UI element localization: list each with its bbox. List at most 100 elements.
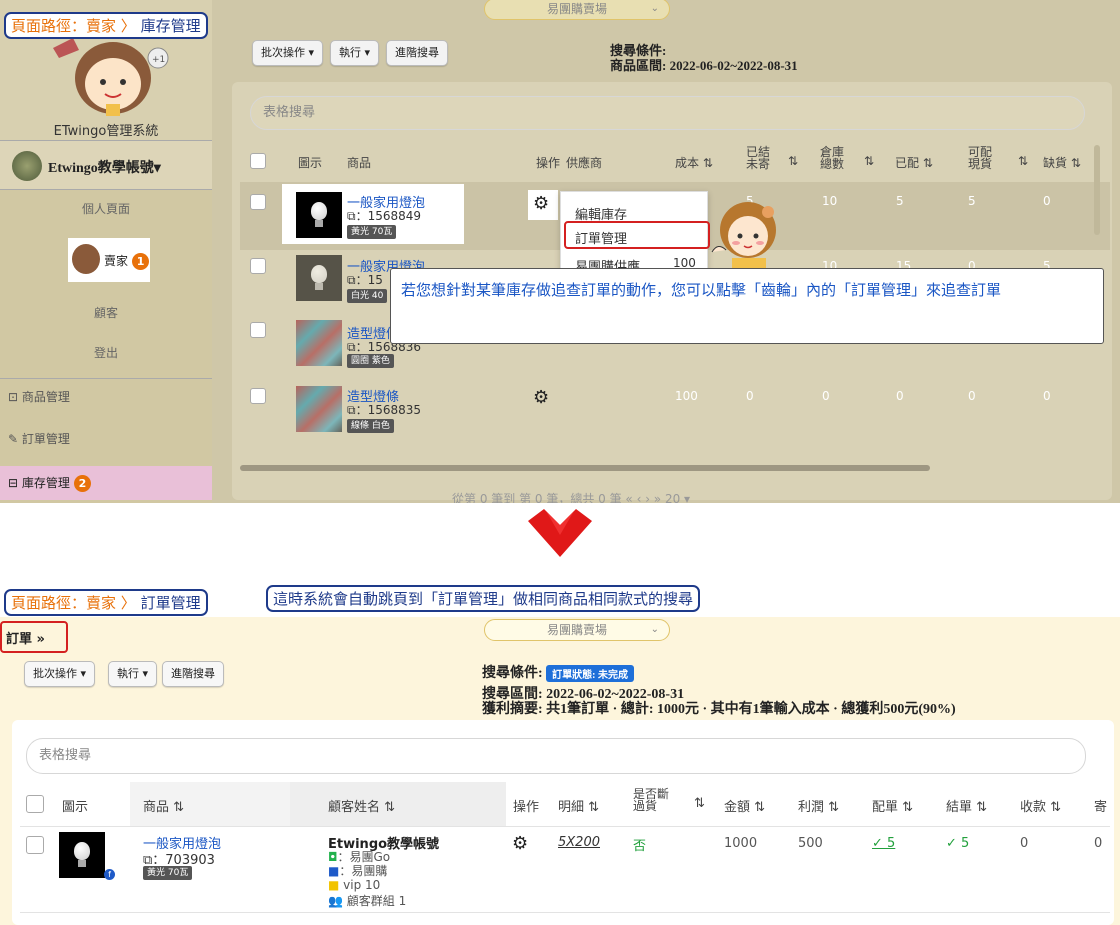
nav-inventory-label: 庫存管理: [21, 476, 70, 490]
search-range: 商品區間: 2022-06-02~2022-08-31: [610, 58, 798, 73]
inventory-screenshot: +1 ETwingo管理系統 Etwingo教學帳號▾ 個人頁面 賣家 1 顧客 …: [0, 0, 1120, 503]
svg-text:+1: +1: [152, 55, 165, 65]
product-id: ⧉：1568849: [347, 209, 422, 223]
col-settled[interactable]: 已結 未寄: [746, 146, 770, 170]
gear-icon[interactable]: ⚙: [533, 387, 549, 408]
shipping-value: 0: [1094, 836, 1103, 851]
cell-shortage: 0: [1043, 194, 1051, 208]
customer-vip: ■ vip 10: [328, 878, 380, 892]
facebook-icon: f: [104, 869, 115, 880]
account-row[interactable]: Etwingo教學帳號▾: [0, 140, 212, 190]
gear-icon[interactable]: ⚙: [512, 833, 528, 854]
sort-icon[interactable]: ⇅: [1018, 154, 1028, 168]
execute-button[interactable]: 執行 ▾: [108, 661, 158, 687]
highlight-box-order-management: [564, 221, 710, 249]
col-out-of-stock[interactable]: 是否斷 過貨: [633, 788, 669, 812]
mascot-girl-icon: [711, 202, 776, 272]
customer-fb-label: ：易團購: [339, 864, 388, 878]
users-icon: 👥: [328, 894, 343, 908]
col-shipping[interactable]: 寄: [1094, 796, 1107, 815]
table-search-input[interactable]: 表格搜尋: [26, 738, 1086, 774]
pagination[interactable]: 從第 0 筆到 第 0 筆，總共 0 筆 « ‹ › » 20 ▾: [452, 490, 690, 503]
advanced-search-button[interactable]: 進階搜尋: [386, 40, 448, 66]
sort-icon[interactable]: ⇅: [788, 154, 798, 168]
chevron-down-icon: ⌄: [650, 3, 659, 14]
product-id: ⧉：15: [347, 273, 383, 287]
assigned-value[interactable]: ✓ 5: [872, 836, 895, 851]
market-select[interactable]: 易團購賣場 ⌄: [484, 619, 670, 641]
sidebar-item-logout[interactable]: 登出: [0, 344, 212, 361]
profit-value: 500: [798, 836, 823, 851]
sidebar-item-customer[interactable]: 顧客: [0, 304, 212, 321]
horizontal-scrollbar[interactable]: [240, 465, 930, 471]
breadcrumb-separator: 〉: [120, 594, 136, 612]
status-badge: 訂單狀態: 未完成: [546, 665, 635, 683]
col-icon: 圖示: [298, 156, 323, 170]
inventory-icon: ⊟: [8, 476, 19, 490]
payment-value: 0: [1020, 836, 1029, 851]
seller-label: 賣家: [104, 254, 129, 268]
execute-button[interactable]: 執行 ▾: [330, 40, 380, 66]
row-checkbox[interactable]: [250, 194, 266, 210]
sort-icon[interactable]: ⇅: [864, 154, 874, 168]
product-thumbnail: [296, 320, 342, 366]
col-closed[interactable]: 結單 ⇅: [946, 796, 987, 815]
row-checkbox[interactable]: [26, 836, 44, 854]
customer-vip-label: vip 10: [343, 878, 381, 892]
crown-icon: ■: [328, 878, 340, 892]
customer-fb: ■：易團購: [328, 862, 387, 879]
orders-tab[interactable]: 訂單 »: [6, 628, 45, 647]
vertical-scrollbar[interactable]: [1094, 145, 1100, 235]
cell-available: 0: [968, 389, 976, 403]
row-checkbox[interactable]: [250, 258, 266, 274]
col-supplier: 供應商: [566, 156, 603, 170]
cell-shortage: 0: [1043, 389, 1051, 403]
advanced-search-button[interactable]: 進階搜尋: [162, 661, 224, 687]
row-checkbox[interactable]: [250, 388, 266, 404]
col-available[interactable]: 可配 現貨: [968, 146, 992, 170]
sidebar-item-seller[interactable]: 賣家 1: [68, 238, 150, 282]
breadcrumb-separator: 〉: [120, 17, 136, 35]
col-payment[interactable]: 收款 ⇅: [1020, 796, 1061, 815]
col-shortage[interactable]: 缺貨 ⇅: [1043, 154, 1081, 171]
select-all-checkbox[interactable]: [250, 153, 266, 169]
out-of-stock-value: 否: [633, 839, 647, 854]
cell-settled: 0: [746, 389, 754, 403]
sidebar-item-profile[interactable]: 個人頁面: [0, 200, 212, 217]
batch-button[interactable]: 批次操作 ▾: [24, 661, 96, 687]
edit-icon: ✎: [8, 432, 19, 446]
breadcrumb-prefix: 頁面路徑：賣家: [11, 17, 117, 35]
select-all-checkbox[interactable]: [26, 795, 44, 813]
row-checkbox[interactable]: [250, 322, 266, 338]
col-cost[interactable]: 成本 ⇅: [675, 154, 713, 171]
table-search-input[interactable]: 表格搜尋: [250, 96, 1085, 130]
nav-inventory[interactable]: ⊟ 庫存管理 2: [0, 466, 212, 500]
col-assigned[interactable]: 配單 ⇅: [872, 796, 913, 815]
col-product[interactable]: 商品 ⇅: [143, 796, 184, 815]
product-thumbnail: [296, 192, 342, 238]
col-icon: 圖示: [62, 800, 89, 815]
market-select-label: 易團購賣場: [546, 2, 607, 16]
product-id: ⧉：1568835: [347, 403, 422, 417]
col-customer[interactable]: 顧客姓名 ⇅: [328, 796, 395, 815]
account-avatar: [12, 151, 42, 181]
step-badge-1: 1: [132, 253, 150, 270]
cell-warehouse: 0: [822, 389, 830, 403]
market-select[interactable]: 易團購賣場 ⌄: [484, 0, 670, 20]
col-profit[interactable]: 利潤 ⇅: [798, 796, 839, 815]
col-warehouse[interactable]: 倉庫 總數: [820, 146, 844, 170]
batch-button[interactable]: 批次操作 ▾: [252, 40, 324, 66]
sort-icon[interactable]: ⇅: [694, 796, 705, 811]
variant-tag: 白光 40: [347, 289, 388, 303]
variant-tag: 線條 白色: [347, 419, 394, 433]
col-assigned[interactable]: 已配 ⇅: [895, 154, 933, 171]
nav-products[interactable]: ⊡ 商品管理: [8, 388, 70, 405]
col-detail[interactable]: 明細 ⇅: [558, 796, 599, 815]
col-amount[interactable]: 金額 ⇅: [724, 796, 765, 815]
nav-orders[interactable]: ✎ 訂單管理: [8, 430, 70, 447]
detail-link[interactable]: 5X200: [558, 835, 600, 850]
gear-icon[interactable]: ⚙: [533, 193, 549, 214]
step-badge-2: 2: [73, 475, 91, 492]
amount-value: 1000: [724, 836, 758, 851]
market-select-label: 易團購賣場: [546, 623, 607, 637]
